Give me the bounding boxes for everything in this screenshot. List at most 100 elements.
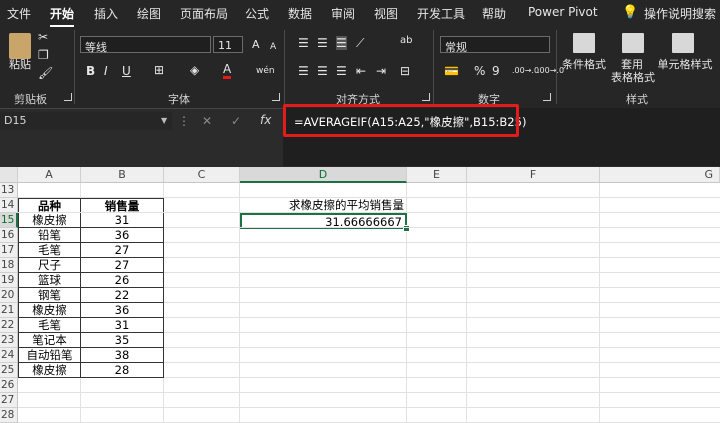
underline-button[interactable]: U: [122, 64, 131, 78]
tab-data[interactable]: 数据: [288, 5, 312, 22]
copy-icon[interactable]: ❐: [38, 48, 49, 62]
insert-function-button[interactable]: fx: [260, 113, 271, 127]
table-header-sales[interactable]: 销售量: [81, 198, 164, 213]
table-cell-product[interactable]: 橡皮擦: [18, 303, 81, 318]
tab-page-layout[interactable]: 页面布局: [180, 5, 228, 22]
table-cell-product[interactable]: 铅笔: [18, 228, 81, 243]
number-format-select[interactable]: 常规: [440, 36, 550, 54]
row-header[interactable]: 26: [0, 378, 18, 393]
tab-insert[interactable]: 插入: [94, 5, 118, 22]
row-header[interactable]: 18: [0, 258, 18, 273]
column-header-a[interactable]: A: [18, 167, 81, 183]
tell-me-search[interactable]: 操作说明搜索: [644, 5, 716, 22]
table-cell-product[interactable]: 笔记本: [18, 333, 81, 348]
table-cell-sales[interactable]: 27: [81, 243, 164, 258]
paste-icon[interactable]: [9, 33, 31, 59]
table-cell-product[interactable]: 毛笔: [18, 318, 81, 333]
increase-decimal-button[interactable]: .00→.0: [512, 64, 539, 78]
table-cell-sales[interactable]: 35: [81, 333, 164, 348]
align-top-icon[interactable]: ☰: [298, 36, 309, 50]
table-cell-sales[interactable]: 36: [81, 228, 164, 243]
tab-draw[interactable]: 绘图: [137, 5, 161, 22]
result-label-cell[interactable]: 求橡皮擦的平均销售量: [240, 198, 406, 213]
tab-help[interactable]: 帮助: [482, 5, 506, 22]
phonetic-button[interactable]: wén: [256, 64, 275, 78]
percent-button[interactable]: %: [474, 64, 485, 78]
accounting-format-icon[interactable]: 💳: [444, 64, 459, 78]
table-cell-product[interactable]: 橡皮擦: [18, 363, 81, 378]
cell-styles-icon[interactable]: [672, 33, 694, 53]
worksheet-grid[interactable]: A B C D E F G 品种 销售量 求橡皮擦的平均销售量 31.66666…: [0, 167, 720, 423]
format-as-table-icon[interactable]: [622, 33, 644, 53]
name-box[interactable]: D15: [0, 112, 172, 130]
row-header[interactable]: 25: [0, 363, 18, 378]
increase-indent-icon[interactable]: ⇥: [376, 64, 386, 78]
table-cell-sales[interactable]: 38: [81, 348, 164, 363]
row-header[interactable]: 16: [0, 228, 18, 243]
table-cell-product[interactable]: 橡皮擦: [18, 213, 81, 228]
select-all-corner[interactable]: [0, 167, 18, 183]
tab-formulas[interactable]: 公式: [245, 5, 269, 22]
row-header[interactable]: 13: [0, 183, 18, 198]
clipboard-launcher-icon[interactable]: [64, 93, 72, 101]
row-header[interactable]: 23: [0, 333, 18, 348]
row-header[interactable]: 20: [0, 288, 18, 303]
table-cell-sales[interactable]: 27: [81, 258, 164, 273]
table-cell-sales[interactable]: 22: [81, 288, 164, 303]
table-cell-product[interactable]: 钢笔: [18, 288, 81, 303]
table-cell-product[interactable]: 尺子: [18, 258, 81, 273]
row-header[interactable]: 24: [0, 348, 18, 363]
merge-center-icon[interactable]: ⊟: [400, 64, 410, 78]
table-cell-sales[interactable]: 28: [81, 363, 164, 378]
name-box-dropdown-icon[interactable]: ▼: [161, 114, 167, 128]
shrink-font-button[interactable]: A: [270, 40, 276, 54]
font-color-button[interactable]: A: [223, 62, 232, 79]
format-as-table-label[interactable]: 套用: [611, 58, 653, 71]
number-launcher-icon[interactable]: [543, 93, 551, 101]
font-name-select[interactable]: 等线: [80, 36, 211, 54]
decrease-indent-icon[interactable]: ⇤: [356, 64, 366, 78]
column-header-g[interactable]: G: [600, 167, 720, 183]
table-cell-product[interactable]: 篮球: [18, 273, 81, 288]
borders-icon[interactable]: ⊞: [154, 63, 164, 77]
table-cell-product[interactable]: 自动铅笔: [18, 348, 81, 363]
align-middle-icon[interactable]: ☰: [317, 36, 328, 50]
table-cell-sales[interactable]: 31: [81, 213, 164, 228]
align-bottom-icon[interactable]: ☰: [336, 36, 347, 50]
alignment-launcher-icon[interactable]: [422, 93, 430, 101]
fill-color-icon[interactable]: ◈: [190, 63, 199, 77]
paste-button[interactable]: 粘贴: [6, 58, 34, 71]
conditional-formatting-icon[interactable]: [573, 33, 595, 53]
comma-style-button[interactable]: 9: [492, 64, 500, 78]
row-header[interactable]: 22: [0, 318, 18, 333]
row-header[interactable]: 17: [0, 243, 18, 258]
row-header[interactable]: 21: [0, 303, 18, 318]
table-cell-sales[interactable]: 26: [81, 273, 164, 288]
conditional-formatting-button[interactable]: 条件格式: [560, 58, 608, 71]
row-header[interactable]: 19: [0, 273, 18, 288]
table-cell-sales[interactable]: 36: [81, 303, 164, 318]
wrap-text-button[interactable]: ab: [400, 34, 412, 48]
column-header-e[interactable]: E: [407, 167, 467, 183]
cell-styles-button[interactable]: 单元格样式: [655, 58, 715, 71]
cut-icon[interactable]: ✂: [38, 30, 48, 44]
row-header[interactable]: 15: [0, 213, 18, 228]
grow-font-button[interactable]: A: [252, 38, 260, 52]
row-header[interactable]: 28: [0, 408, 18, 423]
tab-file[interactable]: 文件: [7, 5, 31, 22]
row-header[interactable]: 27: [0, 393, 18, 408]
column-header-f[interactable]: F: [467, 167, 600, 183]
orientation-icon[interactable]: ⟋: [356, 36, 364, 50]
format-as-table-button[interactable]: 表格格式: [605, 71, 661, 84]
align-right-icon[interactable]: ☰: [336, 64, 347, 78]
row-header[interactable]: 14: [0, 198, 18, 213]
align-left-icon[interactable]: ☰: [298, 64, 309, 78]
tab-power-pivot[interactable]: Power Pivot: [528, 5, 598, 19]
tab-home[interactable]: 开始: [50, 5, 75, 27]
align-center-icon[interactable]: ☰: [317, 64, 328, 78]
confirm-entry-button[interactable]: ✓: [231, 114, 241, 128]
column-header-d[interactable]: D: [240, 167, 407, 183]
column-header-c[interactable]: C: [164, 167, 240, 183]
table-cell-sales[interactable]: 31: [81, 318, 164, 333]
format-painter-icon[interactable]: 🖌: [38, 66, 53, 80]
